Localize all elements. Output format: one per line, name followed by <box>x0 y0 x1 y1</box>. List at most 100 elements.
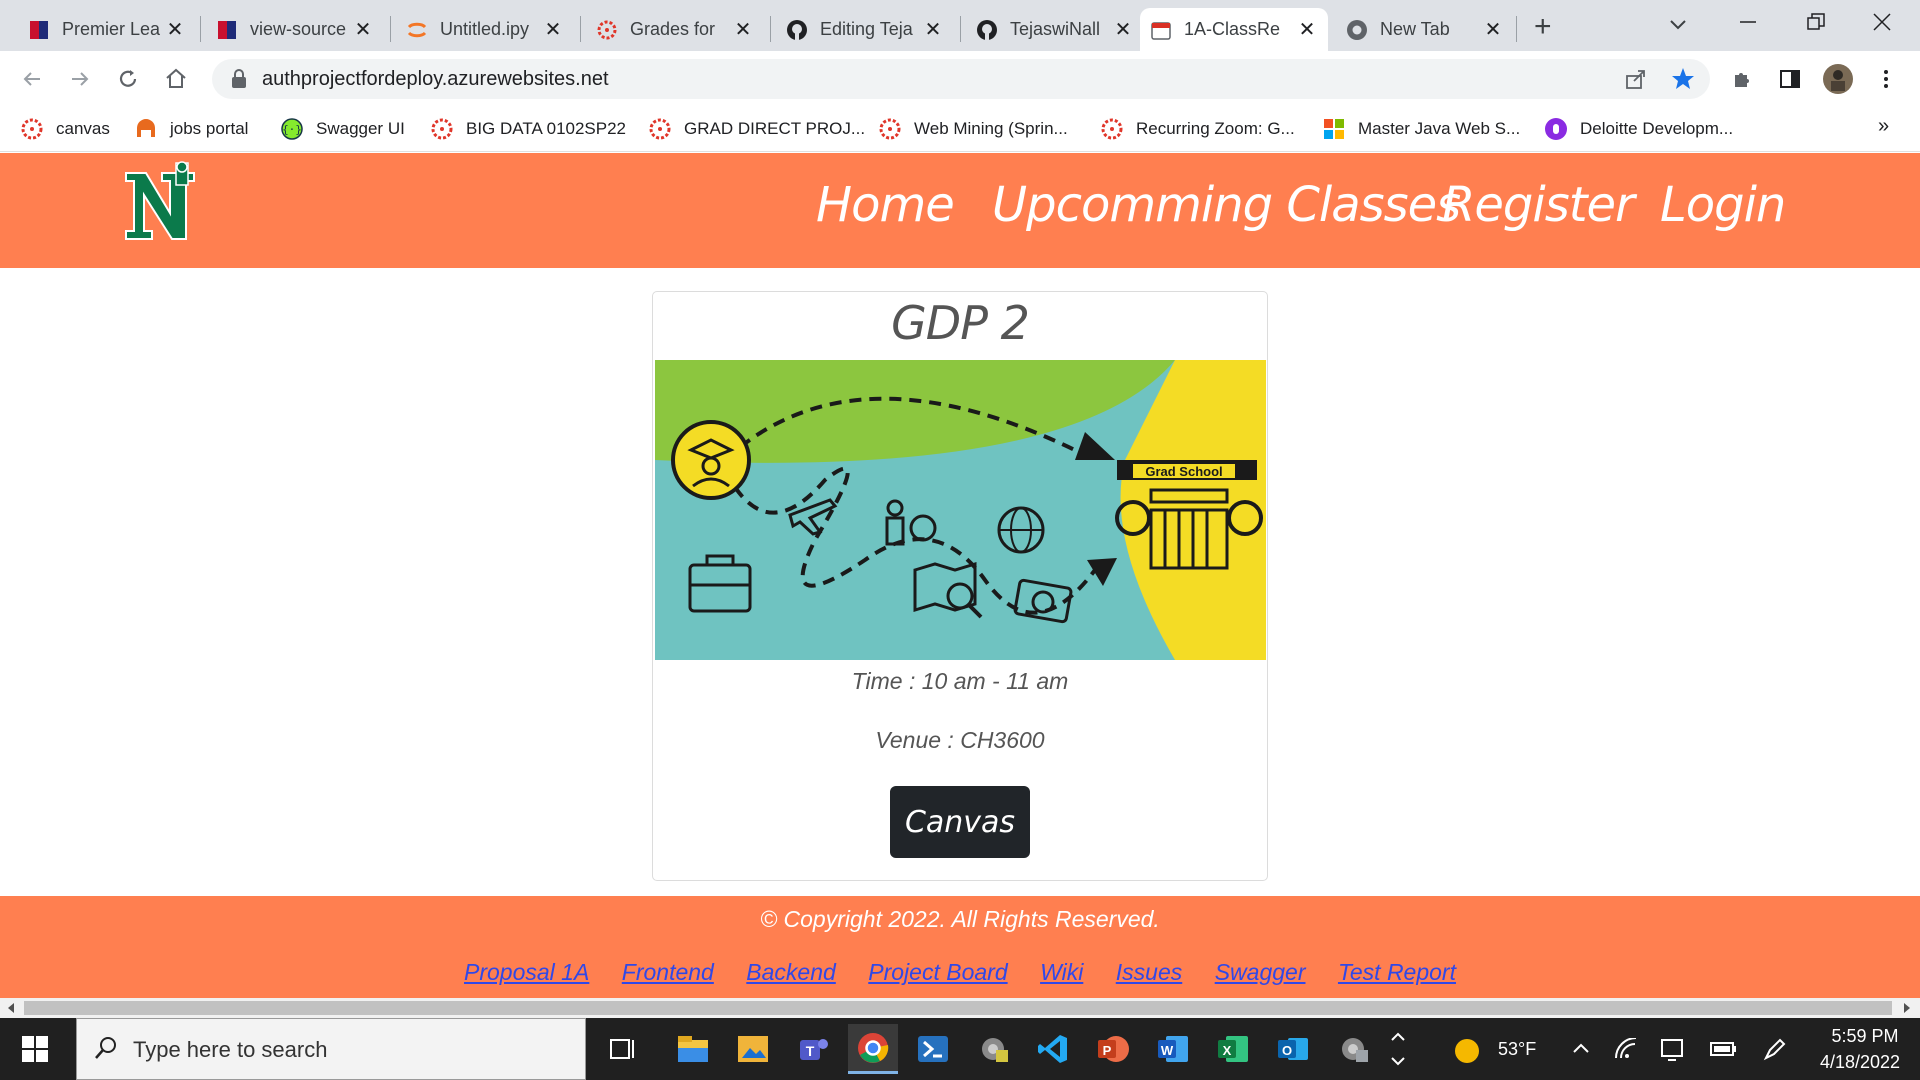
bookmarks-overflow-button[interactable]: » <box>1878 115 1889 138</box>
taskbar-scroll-icon[interactable] <box>1388 1026 1408 1077</box>
clock-time[interactable]: 5:59 PM <box>1820 1026 1910 1047</box>
powerpoint-icon[interactable]: P <box>1088 1024 1138 1074</box>
bookmark-star-icon[interactable] <box>1670 66 1696 97</box>
canvas-button[interactable]: Canvas <box>890 786 1030 858</box>
new-tab-icon[interactable]: + <box>1534 10 1552 44</box>
footer-link-swagger[interactable]: Swagger <box>1215 959 1306 986</box>
word-icon[interactable]: W <box>1148 1024 1198 1074</box>
clock-date[interactable]: 4/18/2022 <box>1810 1052 1910 1073</box>
bookmark-item[interactable]: BIG DATA 0102SP22 <box>430 115 626 143</box>
close-icon[interactable]: ✕ <box>732 18 754 41</box>
bookmark-item[interactable]: Web Mining (Sprin... <box>878 115 1068 143</box>
teams-icon[interactable]: T <box>788 1024 838 1074</box>
footer-link-issues[interactable]: Issues <box>1116 959 1182 986</box>
search-placeholder: Type here to search <box>133 1037 328 1062</box>
browser-tab-active[interactable]: 1A-ClassRe ✕ <box>1140 8 1328 51</box>
powershell-icon[interactable] <box>908 1024 958 1074</box>
bookmark-item[interactable]: jobs portal <box>134 115 248 143</box>
close-icon[interactable]: ✕ <box>542 18 564 41</box>
nav-login[interactable]: Login <box>1660 177 1786 233</box>
footer-link-wiki[interactable]: Wiki <box>1040 959 1083 986</box>
site-navbar: Home Upcomming Classes Register Login <box>0 153 1920 268</box>
photos-icon[interactable] <box>728 1024 778 1074</box>
weather-temperature[interactable]: 53°F <box>1498 1039 1536 1060</box>
vm-tool-icon[interactable] <box>1328 1024 1378 1074</box>
tab-title: 1A-ClassRe <box>1184 19 1281 39</box>
browser-tab[interactable]: Untitled.ipy ✕ <box>396 8 574 51</box>
chrome-taskbar-icon[interactable] <box>848 1024 898 1074</box>
task-view-icon[interactable] <box>598 1024 648 1074</box>
extensions-icon[interactable] <box>1726 63 1758 95</box>
svg-text:T: T <box>806 1043 815 1059</box>
reload-icon[interactable] <box>112 63 144 95</box>
bookmark-item[interactable]: GRAD DIRECT PROJ... <box>648 115 865 143</box>
vm-tool-icon[interactable] <box>968 1024 1018 1074</box>
tab-title: New Tab <box>1380 19 1450 39</box>
browser-toolbar: authprojectfordeploy.azurewebsites.net <box>0 51 1920 107</box>
close-icon[interactable]: ✕ <box>922 18 944 41</box>
outlook-icon[interactable]: O <box>1268 1024 1318 1074</box>
vscode-icon[interactable] <box>1028 1024 1078 1074</box>
wifi-icon[interactable] <box>1614 1037 1638 1065</box>
notification-display-icon[interactable] <box>1660 1036 1686 1067</box>
bookmark-label: Deloitte Developm... <box>1580 119 1734 138</box>
close-icon[interactable]: ✕ <box>352 18 374 41</box>
battery-icon[interactable] <box>1710 1040 1738 1063</box>
footer-link-project-board[interactable]: Project Board <box>868 959 1007 986</box>
bookmark-item[interactable]: canvas <box>20 115 110 143</box>
search-icon <box>93 1035 119 1066</box>
footer-link-proposal-1a[interactable]: Proposal 1A <box>464 959 589 986</box>
calendar-icon <box>1150 19 1172 41</box>
tab-divider <box>390 16 391 42</box>
minimize-icon[interactable] <box>1738 12 1758 37</box>
nav-home[interactable]: Home <box>816 177 955 233</box>
browser-tab[interactable]: view-source ✕ <box>206 8 384 51</box>
back-icon[interactable] <box>16 63 48 95</box>
bookmark-item[interactable]: Recurring Zoom: G... <box>1100 115 1295 143</box>
close-icon[interactable]: ✕ <box>1296 18 1318 41</box>
forward-icon[interactable] <box>64 63 96 95</box>
pen-icon[interactable] <box>1762 1036 1786 1067</box>
footer-link-frontend[interactable]: Frontend <box>622 959 714 986</box>
weather-sun-icon[interactable] <box>1452 1036 1482 1071</box>
browser-tab[interactable]: Editing Teja ✕ <box>776 8 954 51</box>
browser-tab[interactable]: Premier Lea ✕ <box>18 8 196 51</box>
home-icon[interactable] <box>160 63 192 95</box>
premier-league-icon <box>216 19 238 41</box>
bookmark-item[interactable]: {·} Swagger UI <box>280 115 405 143</box>
footer-link-backend[interactable]: Backend <box>746 959 836 986</box>
close-window-icon[interactable] <box>1872 12 1892 37</box>
tray-chevron-icon[interactable] <box>1572 1040 1590 1061</box>
menu-icon[interactable] <box>1870 63 1902 95</box>
svg-text:O: O <box>1282 1043 1292 1058</box>
site-logo[interactable] <box>122 161 198 243</box>
microsoft-icon <box>1322 117 1346 141</box>
browser-tab[interactable]: Grades for ✕ <box>586 8 764 51</box>
tab-search-icon[interactable] <box>1668 14 1688 39</box>
browser-tab[interactable]: New Tab ✕ <box>1336 8 1514 51</box>
address-bar[interactable]: authprojectfordeploy.azurewebsites.net <box>212 59 1710 99</box>
svg-text:X: X <box>1223 1043 1232 1058</box>
nav-register[interactable]: Register <box>1442 177 1635 233</box>
close-icon[interactable]: ✕ <box>1112 18 1134 41</box>
taskbar-search[interactable]: Type here to search <box>76 1018 586 1080</box>
file-explorer-icon[interactable] <box>668 1024 718 1074</box>
excel-icon[interactable]: X <box>1208 1024 1258 1074</box>
bookmark-item[interactable]: Deloitte Developm... <box>1544 115 1733 143</box>
canvas-icon <box>878 117 902 141</box>
canvas-icon <box>596 19 618 41</box>
avatar[interactable] <box>1822 63 1854 95</box>
browser-tab[interactable]: TejaswiNall ✕ <box>966 8 1144 51</box>
close-icon[interactable]: ✕ <box>164 18 186 41</box>
swagger-icon: {·} <box>280 117 304 141</box>
bookmark-item[interactable]: Master Java Web S... <box>1322 115 1520 143</box>
footer-link-test-report[interactable]: Test Report <box>1338 959 1456 986</box>
share-icon[interactable] <box>1624 67 1648 96</box>
restore-icon[interactable] <box>1806 12 1826 37</box>
scrollbar-thumb[interactable] <box>24 1001 1892 1015</box>
side-panel-icon[interactable] <box>1774 63 1806 95</box>
horizontal-scrollbar[interactable] <box>0 998 1920 1018</box>
windows-start-icon[interactable] <box>22 1036 48 1067</box>
close-icon[interactable]: ✕ <box>1482 18 1504 41</box>
nav-upcoming-classes[interactable]: Upcomming Classes <box>992 177 1461 233</box>
